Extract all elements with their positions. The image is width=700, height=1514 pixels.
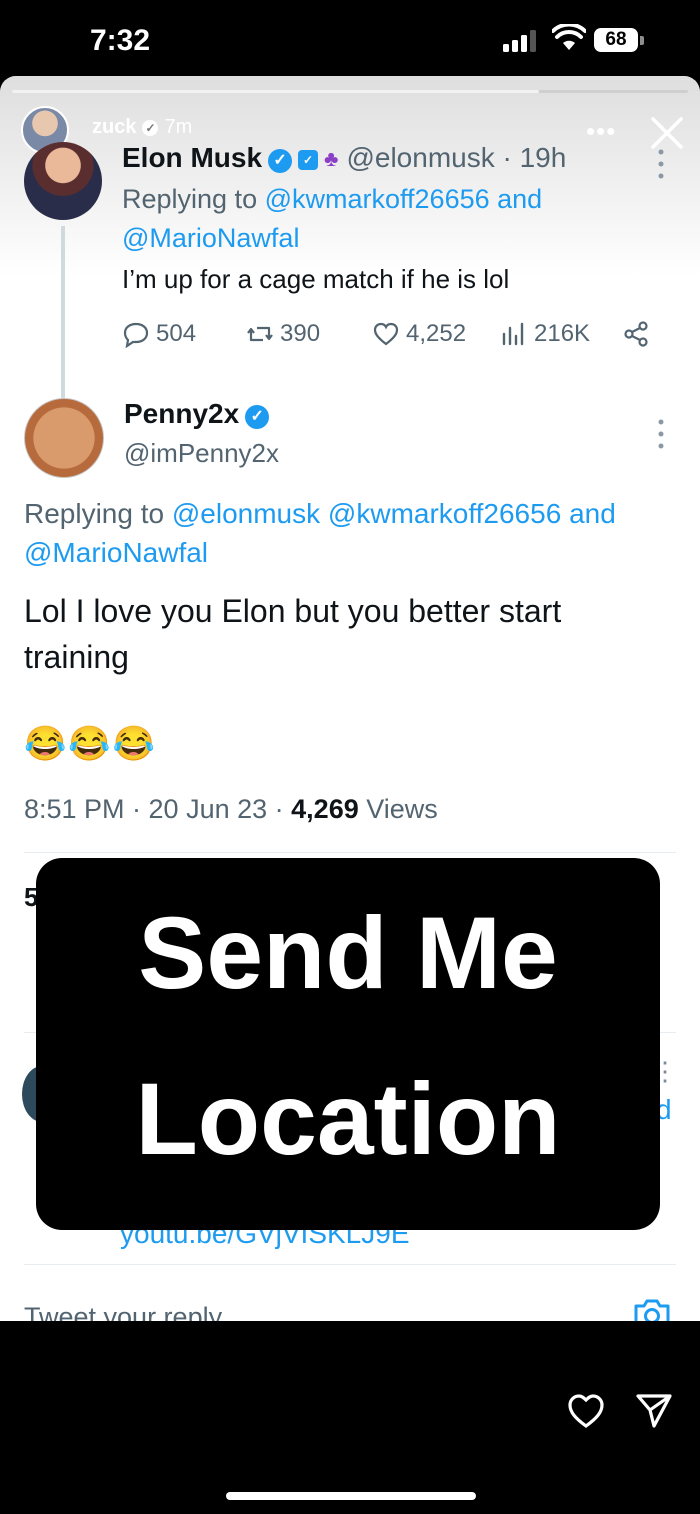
tweet-timestamp: 8:51 PM · 20 Jun 23 · 4,269 Views	[24, 794, 438, 824]
battery-icon: 68	[594, 28, 646, 54]
mention-link[interactable]: @MarioNawfal	[24, 537, 208, 568]
replying-to: Replying to @kwmarkoff26656 and @MarioNa…	[122, 184, 543, 253]
wifi-icon	[552, 24, 586, 50]
views-count: 4,269	[291, 794, 359, 824]
story-username[interactable]: zuck	[92, 116, 136, 138]
story-progress-bar	[12, 90, 688, 93]
views-chart-icon	[502, 322, 524, 346]
author-handle[interactable]: @elonmusk	[346, 142, 494, 173]
more-options-icon[interactable]	[654, 146, 668, 182]
tweet-reply-input[interactable]: Tweet your reply	[24, 1302, 222, 1321]
tweet-author: Elon Musk ✓ ✓ ♣ @elonmusk · 19h	[122, 142, 566, 174]
replying-to: Replying to @elonmusk @kwmarkoff26656 an…	[24, 498, 616, 568]
reply-button[interactable]: 504	[122, 320, 196, 348]
author-handle[interactable]: @imPenny2x	[124, 438, 279, 469]
mention-link[interactable]: @elonmusk	[172, 498, 320, 529]
tweet-time: · 19h	[502, 142, 567, 173]
story-time: 7m	[164, 116, 193, 138]
tweet-actions: 504 390 4,252 216K	[122, 320, 662, 356]
tweet-text: Lol I love you Elon but you better start…	[24, 593, 562, 675]
affiliate-badge-icon: ✓	[298, 150, 319, 170]
mention-link[interactable]: @kwmarkoff26656	[328, 498, 561, 529]
avatar[interactable]	[24, 398, 104, 478]
battery-level: 68	[594, 28, 638, 52]
cellular-signal-icon	[503, 30, 536, 52]
heart-icon[interactable]	[566, 1392, 606, 1430]
retweet-button[interactable]: 390	[246, 320, 320, 348]
share-icon	[624, 321, 648, 347]
overlay-line-2: Location	[135, 1062, 561, 1176]
story-content[interactable]: zuck ✓ 7m ••• Elon Musk ✓ ✓ ♣ @elonmusk · 19h …	[0, 76, 700, 1321]
verified-icon: ✓	[268, 149, 293, 173]
camera-icon[interactable]	[632, 1296, 672, 1321]
verified-icon: ✓	[245, 405, 270, 429]
send-icon[interactable]	[634, 1392, 674, 1430]
tweet-author: Penny2x ✓	[124, 398, 270, 430]
story-more-button[interactable]: •••	[586, 116, 616, 147]
avatar[interactable]	[24, 142, 102, 220]
overlay-line-1: Send Me	[138, 896, 558, 1010]
story-text-overlay: Send Me Location	[36, 858, 660, 1230]
share-button[interactable]	[622, 320, 650, 348]
more-options-icon[interactable]	[654, 416, 668, 452]
verified-icon: ✓	[142, 119, 159, 136]
home-indicator	[226, 1492, 476, 1500]
mention-link[interactable]: @MarioNawfal	[122, 223, 299, 253]
status-bar: 7:32 68	[0, 0, 700, 80]
tweet-emoji: 😂😂😂	[24, 725, 158, 763]
status-time: 7:32	[90, 24, 151, 57]
like-button[interactable]: 4,252	[372, 320, 466, 348]
tweet-text: I’m up for a cage match if he is lol	[122, 264, 510, 294]
views-button[interactable]: 216K	[500, 320, 590, 348]
author-name[interactable]: Elon Musk	[122, 142, 262, 173]
heart-icon	[373, 322, 399, 346]
government-affiliation-icon: ♣	[324, 146, 339, 171]
author-name[interactable]: Penny2x	[124, 398, 239, 429]
retweet-icon	[247, 326, 273, 342]
reply-icon	[123, 322, 149, 348]
mention-link[interactable]: @kwmarkoff26656	[265, 184, 490, 214]
